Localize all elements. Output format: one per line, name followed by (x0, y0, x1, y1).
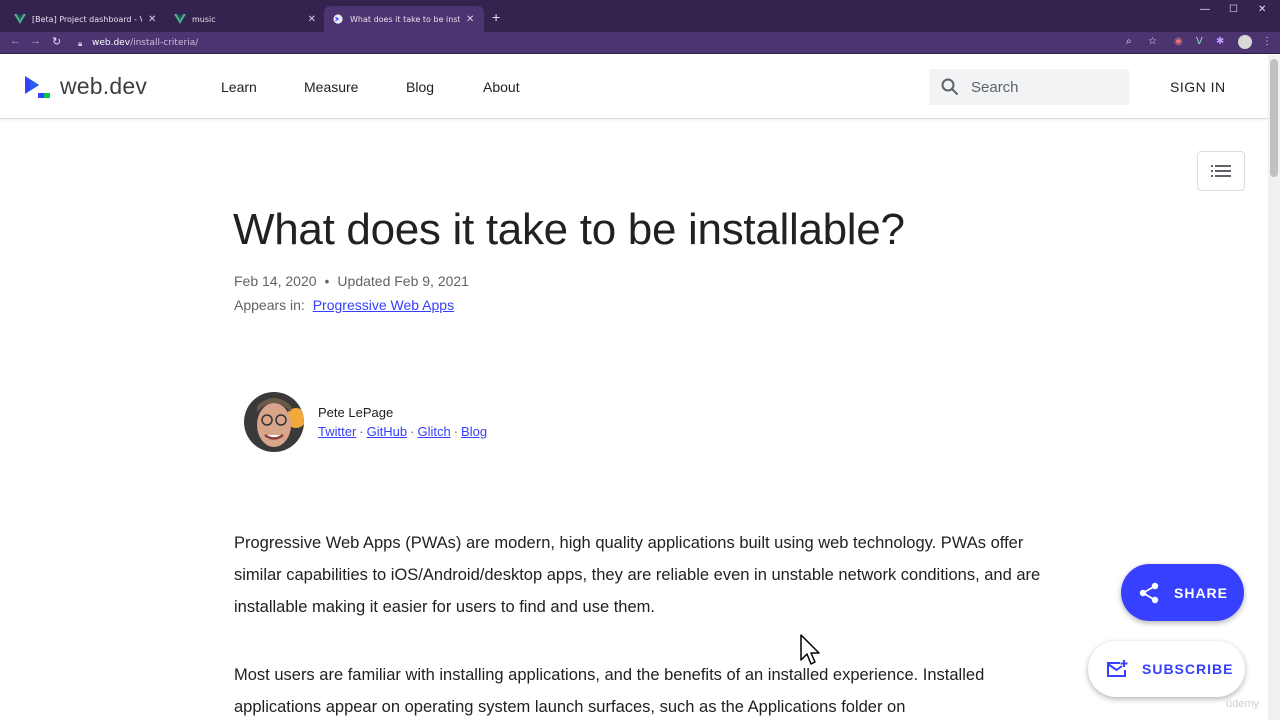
author-link-blog[interactable]: Blog (461, 424, 487, 439)
author-link-github[interactable]: GitHub (367, 424, 407, 439)
author-avatar (244, 392, 304, 452)
window-close-icon[interactable]: ✕ (1258, 4, 1266, 15)
close-icon[interactable]: ✕ (466, 14, 474, 25)
table-of-contents-button[interactable] (1197, 151, 1245, 191)
subscribe-button[interactable]: SUBSCRIBE (1088, 641, 1245, 697)
search-placeholder: Search (971, 78, 1019, 96)
new-tab-icon[interactable]: + (492, 9, 500, 25)
menu-dots-icon[interactable]: ⋮ (1262, 36, 1272, 47)
separator-dot: • (324, 273, 330, 289)
tab-title: [Beta] Project dashboard - Vue CLI (32, 14, 142, 24)
browser-tab[interactable]: [Beta] Project dashboard - Vue CLI ✕ (6, 6, 166, 32)
zoom-icon[interactable]: ⌕ (1126, 36, 1132, 47)
nav-blog[interactable]: Blog (406, 79, 434, 95)
author-card: Pete LePage Twitter · GitHub · Glitch · Blog (244, 392, 487, 452)
search-icon (941, 78, 959, 96)
vue-devtools-icon[interactable]: V (1196, 36, 1203, 47)
lock-icon: 🔒︎ (78, 39, 83, 48)
share-icon (1139, 582, 1159, 603)
maximize-icon[interactable]: ☐ (1229, 4, 1238, 15)
author-photo-icon (244, 392, 304, 452)
url-host: web.dev (92, 38, 131, 48)
close-icon[interactable]: ✕ (148, 14, 156, 25)
article-paragraph: Most users are familiar with installing … (234, 666, 985, 716)
separator-dot: · (359, 424, 364, 439)
site-logo[interactable]: web.dev (24, 73, 147, 100)
nav-about[interactable]: About (483, 79, 520, 95)
article-dates: Feb 14, 2020 • Updated Feb 9, 2021 (234, 273, 469, 289)
logo-text: web.dev (60, 73, 148, 99)
tab-title: What does it take to be installable? (350, 14, 460, 24)
appears-in: Appears in: Progressive Web Apps (234, 297, 454, 313)
scrollbar-thumb[interactable] (1270, 59, 1278, 177)
nav-learn[interactable]: Learn (221, 79, 257, 95)
sign-in-button[interactable]: SIGN IN (1170, 79, 1226, 95)
bookmark-star-icon[interactable]: ☆ (1148, 36, 1157, 47)
page-scrollbar[interactable] (1268, 55, 1280, 720)
browser-toolbar: ← → ↻ 🔒︎ web.dev/install-criteria/ ⌕ ☆ ◉… (0, 32, 1280, 54)
site-header: web.dev Learn Measure Blog About Search … (0, 55, 1268, 119)
url-path: /install-criteria/ (130, 38, 199, 48)
forward-icon[interactable]: → (30, 35, 41, 47)
browser-tab-active[interactable]: What does it take to be installable? ✕ (324, 6, 484, 32)
mail-subscribe-icon (1107, 660, 1128, 677)
minimize-icon[interactable]: — (1200, 4, 1210, 15)
separator-dot: · (410, 424, 415, 439)
vue-logo-icon (174, 14, 186, 24)
published-date: Feb 14, 2020 (234, 273, 317, 289)
webdev-logo-icon (25, 75, 50, 98)
tab-title: music (191, 14, 216, 24)
watermark: ūdemy (1226, 698, 1260, 710)
profile-avatar[interactable] (1238, 35, 1252, 49)
article-paragraph: Progressive Web Apps (PWAs) are modern, … (234, 534, 1041, 616)
browser-tab-bar: [Beta] Project dashboard - Vue CLI ✕ mus… (0, 0, 1280, 32)
nav-measure[interactable]: Measure (304, 79, 358, 95)
reload-icon[interactable]: ↻ (52, 35, 61, 48)
list-icon (1211, 165, 1231, 177)
extension-icon[interactable]: ◉ (1174, 36, 1183, 47)
search-input[interactable]: Search (929, 69, 1129, 105)
author-name: Pete LePage (318, 405, 394, 420)
browser-tab[interactable]: music ✕ (166, 6, 324, 32)
author-link-glitch[interactable]: Glitch (417, 424, 450, 439)
share-button[interactable]: SHARE (1121, 564, 1244, 621)
separator-dot: · (453, 424, 459, 439)
share-label: SHARE (1174, 584, 1229, 601)
back-icon[interactable]: ← (10, 35, 21, 47)
webdev-favicon-icon (333, 14, 343, 24)
vue-logo-icon (14, 14, 26, 24)
extensions-puzzle-icon[interactable]: ✱ (1216, 36, 1224, 47)
page-title: What does it take to be installable? (233, 205, 905, 254)
mouse-cursor-icon (800, 634, 820, 665)
updated-date: Updated Feb 9, 2021 (337, 273, 469, 289)
appears-label: Appears in: (234, 297, 305, 313)
appears-in-link[interactable]: Progressive Web Apps (313, 297, 454, 313)
author-links: Twitter · GitHub · Glitch · Blog (318, 424, 487, 439)
author-link-twitter[interactable]: Twitter (318, 424, 356, 439)
close-icon[interactable]: ✕ (308, 14, 316, 25)
address-bar[interactable]: 🔒︎ web.dev/install-criteria/ (74, 34, 1172, 52)
subscribe-label: SUBSCRIBE (1142, 661, 1234, 677)
